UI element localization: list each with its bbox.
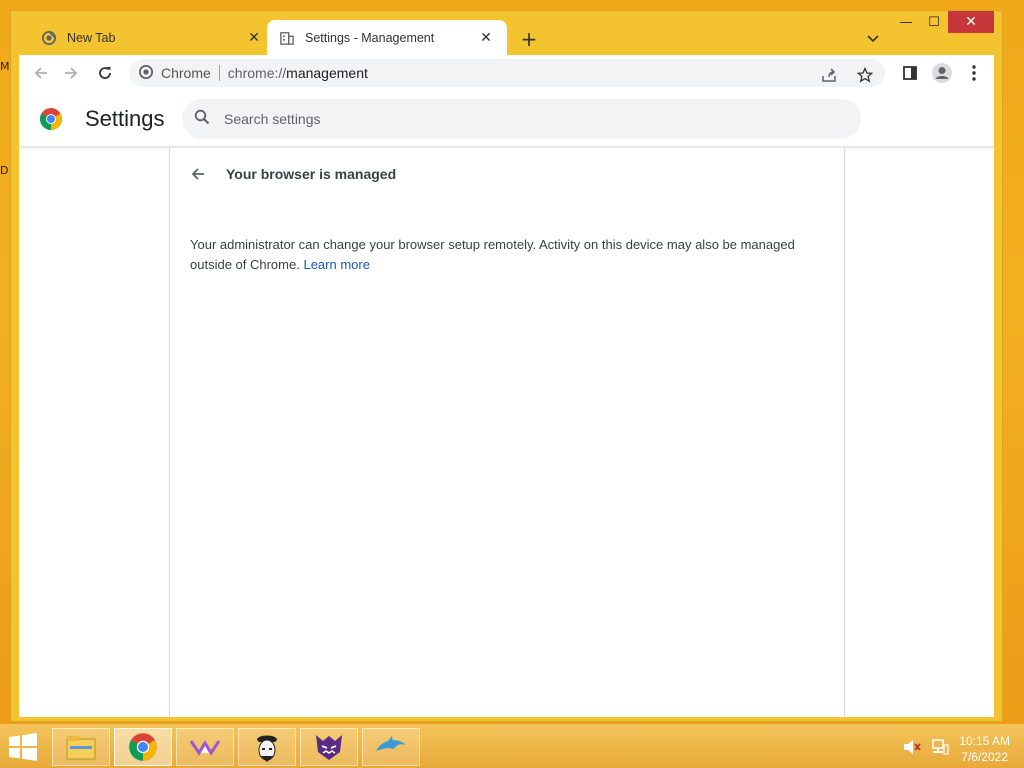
taskbar-clock[interactable]: 10:15 AM 7/6/2022 [959, 733, 1010, 765]
management-card: Your browser is managed Your administrat… [169, 148, 845, 717]
file-explorer-icon[interactable] [52, 728, 110, 766]
tab-title: Settings - Management [305, 30, 435, 45]
divider [218, 65, 220, 81]
desktop-icon-label: M [0, 60, 10, 73]
page-title: Settings [85, 106, 165, 131]
section-heading: Your browser is managed [226, 166, 397, 182]
side-panel-icon[interactable] [898, 61, 922, 85]
minimize-button[interactable]: — [892, 11, 920, 33]
desktop-icon-label: D [0, 164, 9, 177]
speaker-muted-icon[interactable] [903, 739, 922, 760]
search-icon [194, 109, 210, 130]
back-arrow-icon[interactable] [186, 162, 210, 186]
site-label: Chrome [161, 65, 211, 81]
toolbar-actions [898, 61, 986, 85]
window-controls: — ☐ ✕ [892, 11, 994, 33]
omnibox-actions [817, 63, 877, 87]
description-text: Your administrator can change your brows… [190, 237, 795, 272]
profile-avatar-icon[interactable] [930, 61, 954, 85]
chrome-logo-icon [39, 107, 63, 131]
address-bar[interactable]: Chrome chrome://management [129, 59, 885, 87]
close-window-button[interactable]: ✕ [948, 11, 994, 33]
url-text: chrome://management [228, 65, 368, 81]
close-tab-icon[interactable]: ✕ [245, 29, 263, 47]
forward-icon[interactable] [59, 61, 83, 85]
chevron-down-icon[interactable] [863, 29, 883, 49]
settings-header: Settings [19, 91, 994, 147]
title-bar: — ☐ ✕ New Tab ✕ Settings - Management ✕ … [11, 11, 1002, 55]
app-purple-icon[interactable] [176, 728, 234, 766]
dolphin-icon[interactable] [362, 728, 420, 766]
chrome-icon [41, 30, 57, 46]
more-menu-icon[interactable] [962, 61, 986, 85]
tab-title: New Tab [67, 30, 116, 45]
learn-more-link[interactable]: Learn more [303, 257, 369, 272]
tab-new-tab[interactable]: New Tab ✕ [29, 20, 275, 55]
network-icon[interactable] [931, 738, 949, 760]
reload-icon[interactable] [93, 61, 117, 85]
new-tab-button[interactable]: + [517, 27, 541, 51]
taskbar: 10:15 AM 7/6/2022 [0, 724, 1024, 768]
browser-window: — ☐ ✕ New Tab ✕ Settings - Management ✕ … [10, 10, 1003, 722]
browser-toolbar: Chrome chrome://management [19, 55, 994, 91]
chrome-icon[interactable] [114, 728, 172, 766]
clock-time: 10:15 AM [959, 734, 1010, 748]
windows-start-icon[interactable] [8, 733, 38, 761]
share-icon[interactable] [817, 63, 841, 87]
anonymous-mask-icon[interactable] [238, 728, 296, 766]
clock-date: 7/6/2022 [961, 750, 1008, 764]
url-host: management [286, 65, 368, 81]
close-tab-icon[interactable]: ✕ [477, 29, 495, 47]
cat-monster-icon[interactable] [300, 728, 358, 766]
settings-search-box[interactable] [182, 99, 861, 139]
settings-page: Settings Your browser is managed Your ad… [19, 91, 994, 717]
search-input[interactable] [224, 111, 824, 127]
url-scheme: chrome:// [227, 65, 287, 81]
maximize-button[interactable]: ☐ [920, 11, 948, 33]
building-icon [279, 30, 295, 46]
star-icon[interactable] [853, 63, 877, 87]
system-tray: 10:15 AM 7/6/2022 [903, 733, 1010, 765]
back-icon[interactable] [29, 61, 53, 85]
chrome-icon [139, 64, 153, 82]
tab-settings-management[interactable]: Settings - Management ✕ [267, 20, 507, 55]
management-description: Your administrator can change your brows… [190, 235, 820, 275]
